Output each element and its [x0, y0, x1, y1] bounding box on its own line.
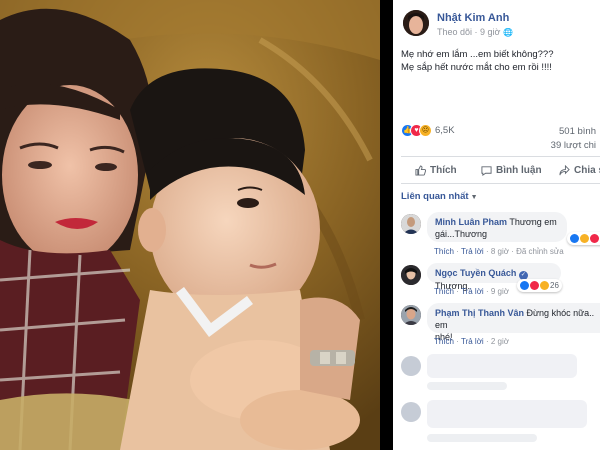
blurred-text	[427, 382, 507, 390]
comment-time[interactable]: 9 giờ	[491, 287, 509, 296]
comment-reply-link[interactable]: Trả lời	[461, 337, 484, 346]
blurred-text	[427, 354, 577, 378]
post-photo[interactable]	[0, 0, 380, 450]
follow-link[interactable]: Theo dõi	[437, 27, 472, 37]
comments-count[interactable]: 501 bình	[559, 126, 596, 137]
comment-reactions[interactable]: 26	[517, 279, 562, 292]
blurred-avatar	[401, 356, 421, 376]
comment-like-link[interactable]: Thích	[434, 287, 454, 296]
share-button[interactable]: Chia sẻ	[559, 162, 600, 178]
comment-item: Minh Luân Pham Thương em gái...Thương 29…	[401, 212, 600, 258]
comment-reply-link[interactable]: Trả lời	[461, 247, 484, 256]
comment-actions: Thích · Trả lời · 8 giờ · Đã chỉnh sửa	[434, 247, 564, 256]
comment-text: gái...Thương	[435, 229, 487, 239]
comment-bubble: Phạm Thị Thanh Vân Đừng khóc nữa.. em nh…	[427, 303, 600, 342]
divider	[401, 156, 600, 157]
commenter-name[interactable]: Phạm Thị Thanh Vân	[435, 308, 524, 318]
caption-line: Mẹ sắp hết nước mắt cho em rồi !!!!	[401, 62, 552, 73]
share-label: Chia sẻ	[574, 164, 600, 176]
blurred-avatar	[401, 402, 421, 422]
comment-edited: Đã chỉnh sửa	[516, 247, 564, 256]
comment-reactions[interactable]: 29	[567, 232, 600, 245]
comment-button[interactable]: Bình luận	[481, 162, 542, 178]
post-actions: Thích Bình luận Chia sẻ	[401, 160, 600, 180]
author-name[interactable]: Nhật Kim Anh	[437, 12, 509, 24]
comment-time[interactable]: 2 giờ	[491, 337, 509, 346]
caption-line: Mẹ nhớ em lắm ...em biết không???	[401, 49, 554, 60]
post-photo-viewer	[0, 0, 393, 450]
like-reaction-icon	[570, 234, 579, 243]
commenter-name[interactable]: Minh Luân Pham	[435, 217, 507, 227]
commenter-name[interactable]: Ngọc Tuyền Quách	[435, 268, 516, 278]
like-button[interactable]: Thích	[415, 162, 457, 178]
thumbs-up-icon	[415, 164, 426, 176]
like-reaction-icon	[520, 281, 529, 290]
blurred-text	[427, 400, 587, 428]
comment-item: Ngọc Tuyền Quách ✓ Thương. 26 Thích · Tr…	[401, 263, 600, 299]
post-caption: Mẹ nhớ em lắm ...em biết không??? Mẹ sắp…	[401, 48, 597, 74]
sad-reaction-icon	[580, 234, 589, 243]
sad-reaction-icon	[540, 281, 549, 290]
comment-like-link[interactable]: Thích	[434, 337, 454, 346]
sad-reaction-icon: ☹	[419, 124, 432, 137]
divider	[401, 183, 600, 184]
post-meta: Theo dõi · 9 giờ 🌐	[437, 27, 513, 37]
blurred-comments	[393, 350, 600, 450]
comment-item: Phạm Thị Thanh Vân Đừng khóc nữa.. em nh…	[401, 303, 600, 349]
post-header: Nhật Kim Anh Theo dõi · 9 giờ 🌐	[399, 6, 599, 38]
comment-like-link[interactable]: Thích	[434, 247, 454, 256]
comment-bubble: Minh Luân Pham Thương em gái...Thương	[427, 212, 567, 242]
share-icon	[559, 164, 570, 175]
chevron-down-icon: ▼	[470, 194, 478, 201]
like-label: Thích	[430, 164, 457, 176]
reaction-count[interactable]: 6,5K	[435, 125, 455, 136]
commenter-avatar[interactable]	[401, 265, 421, 285]
comment-reply-link[interactable]: Trả lời	[461, 287, 484, 296]
comment-icon	[481, 165, 492, 176]
comment-time[interactable]: 8 giờ	[491, 247, 509, 256]
comment-actions: Thích · Trả lời · 9 giờ	[434, 287, 509, 296]
comment-text: Thương em	[509, 217, 557, 227]
author-avatar[interactable]	[403, 10, 429, 36]
comment-sort-label: Liên quan nhất	[401, 191, 469, 202]
post-details-panel: Nhật Kim Anh Theo dõi · 9 giờ 🌐 Mẹ nhớ e…	[393, 0, 600, 450]
love-reaction-icon	[530, 281, 539, 290]
comment-reaction-count: 26	[550, 281, 559, 290]
comment-actions: Thích · Trả lời · 2 giờ	[434, 337, 509, 346]
shares-count[interactable]: 39 lượt chi	[551, 140, 596, 151]
comment-label: Bình luận	[496, 164, 542, 176]
comment-sort-dropdown[interactable]: Liên quan nhất ▼	[401, 191, 478, 202]
post-time[interactable]: 9 giờ	[480, 27, 500, 37]
globe-icon: 🌐	[502, 28, 513, 37]
blurred-text	[427, 434, 537, 442]
love-reaction-icon	[590, 234, 599, 243]
commenter-avatar[interactable]	[401, 214, 421, 234]
commenter-avatar[interactable]	[401, 305, 421, 325]
